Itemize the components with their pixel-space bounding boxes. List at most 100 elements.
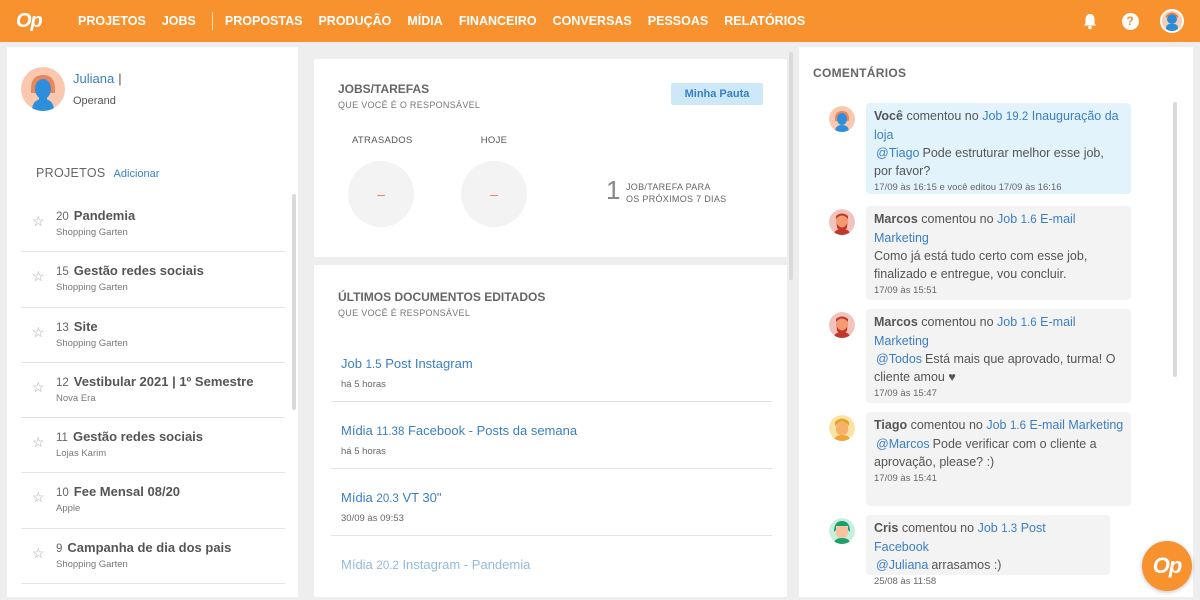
user-avatar[interactable] bbox=[21, 67, 65, 111]
project-client: Apple bbox=[56, 503, 81, 515]
project-item[interactable]: ☆ 15 Gestão redes sociais Shopping Garten bbox=[21, 252, 285, 308]
week-count[interactable]: 1 bbox=[606, 175, 620, 206]
document-type: Mídia bbox=[341, 490, 373, 505]
comment-text: Como já está tudo certo com esse job, fi… bbox=[874, 249, 1088, 281]
middle-scrollbar[interactable] bbox=[789, 52, 793, 280]
nav-relatorios[interactable]: RELATÓRIOS bbox=[724, 14, 805, 28]
document-type: Job bbox=[341, 356, 362, 371]
project-client: Nova Era bbox=[56, 392, 96, 404]
nav-pessoas[interactable]: PESSOAS bbox=[648, 14, 708, 28]
comment-avatar[interactable] bbox=[829, 209, 855, 235]
project-number: 11 bbox=[56, 432, 68, 445]
project-name[interactable]: Pandemia bbox=[74, 208, 135, 223]
nav-financeiro[interactable]: FINANCEIRO bbox=[459, 14, 537, 28]
document-time: há 5 horas bbox=[341, 379, 386, 390]
nav-jobs[interactable]: JOBS bbox=[162, 14, 196, 28]
comment-author[interactable]: Tiago bbox=[874, 418, 907, 432]
bell-icon[interactable] bbox=[1080, 11, 1100, 31]
project-number: 9 bbox=[56, 542, 63, 555]
middle-panel: JOBS/TAREFAS QUE VOCÊ É O RESPONSÁVEL Mi… bbox=[306, 47, 796, 597]
app-logo[interactable]: Op bbox=[16, 10, 60, 33]
comment-job-link[interactable]: Job 1.6 E-mail Marketing bbox=[986, 418, 1123, 432]
document-item[interactable]: Mídia 20.3 VT 30" 30/09 às 09:53 bbox=[331, 469, 772, 536]
user-name-text[interactable]: Juliana bbox=[73, 71, 114, 86]
project-item[interactable]: ☆ 11 Gestão redes sociais Lojas Karim bbox=[21, 418, 285, 474]
late-count[interactable]: – bbox=[348, 161, 414, 227]
project-item[interactable]: ☆ 13 Site Shopping Garten bbox=[21, 308, 285, 363]
comment-author[interactable]: Marcos bbox=[874, 315, 918, 329]
project-name[interactable]: Gestão redes sociais bbox=[74, 263, 204, 278]
project-name[interactable]: Site bbox=[74, 319, 98, 334]
star-icon[interactable]: ☆ bbox=[32, 213, 45, 230]
comment-avatar[interactable] bbox=[829, 415, 855, 441]
comment-verb: comentou no bbox=[921, 315, 994, 329]
comment-mention[interactable]: @Juliana bbox=[876, 558, 928, 572]
comment-avatar[interactable] bbox=[829, 518, 855, 544]
document-name: Instagram - Pandemia bbox=[402, 557, 531, 572]
user-avatar-icon[interactable] bbox=[1160, 9, 1184, 33]
project-name[interactable]: Gestão redes sociais bbox=[73, 429, 203, 444]
document-link[interactable]: Mídia 11.38 Facebook - Posts da semana bbox=[341, 423, 577, 438]
document-number: 20.2 bbox=[376, 560, 399, 572]
projects-scrollbar[interactable] bbox=[292, 194, 296, 410]
comment-author[interactable]: Cris bbox=[874, 521, 898, 535]
document-link[interactable]: Job 1.5 Post Instagram bbox=[341, 356, 473, 371]
comment-bubble: Marcos comentou no Job 1.6 E-mail Market… bbox=[866, 309, 1131, 403]
star-icon[interactable]: ☆ bbox=[32, 489, 45, 506]
project-item[interactable]: ☆ 20 Pandemia Shopping Garten bbox=[21, 197, 285, 253]
comment-verb: comentou no bbox=[910, 418, 983, 432]
documents-subtitle: QUE VOCÊ É RESPONSÁVEL bbox=[338, 308, 471, 318]
star-icon[interactable]: ☆ bbox=[32, 324, 45, 341]
comment-avatar[interactable] bbox=[829, 312, 855, 338]
comment-time: 25/08 às 11:58 bbox=[874, 576, 937, 587]
week-line-1: JOB/TAREFA PARA bbox=[626, 182, 711, 192]
star-icon[interactable]: ☆ bbox=[32, 379, 45, 396]
project-item[interactable]: ☆ 9 Campanha de dia dos pais Shopping Gar… bbox=[21, 529, 285, 585]
nav-propostas[interactable]: PROPOSTAS bbox=[225, 14, 303, 28]
star-icon[interactable]: ☆ bbox=[32, 545, 45, 562]
project-item[interactable]: ☆ 12 Vestibular 2021 | 1º Semestre Nova E… bbox=[21, 363, 285, 419]
left-panel: Juliana | Operand PROJETOS Adicionar ☆ 20… bbox=[7, 47, 298, 597]
job-number: 1.6 bbox=[1010, 420, 1026, 432]
document-item[interactable]: Mídia 20.2 Instagram - Pandemia bbox=[331, 536, 772, 597]
user-organization: Operand bbox=[73, 95, 116, 107]
project-client: Shopping Garten bbox=[56, 282, 128, 294]
star-icon[interactable]: ☆ bbox=[32, 434, 45, 451]
project-name[interactable]: Fee Mensal 08/20 bbox=[74, 484, 180, 499]
comment-author[interactable]: Marcos bbox=[874, 212, 918, 226]
minha-pauta-button[interactable]: Minha Pauta bbox=[671, 83, 763, 105]
star-icon[interactable]: ☆ bbox=[32, 268, 45, 285]
nav-midia[interactable]: MÍDIA bbox=[407, 14, 442, 28]
comment-mention[interactable]: @Todos bbox=[876, 352, 922, 366]
comment-avatar[interactable] bbox=[829, 106, 855, 132]
today-count[interactable]: – bbox=[461, 161, 527, 227]
job-number: 1.6 bbox=[1020, 317, 1037, 329]
user-card: Juliana | Operand bbox=[21, 67, 122, 111]
comment-mention[interactable]: @Tiago bbox=[876, 146, 920, 160]
nav-producao[interactable]: PRODUÇÃO bbox=[318, 14, 391, 28]
add-project-link[interactable]: Adicionar bbox=[114, 168, 160, 180]
help-icon[interactable]: ? bbox=[1120, 11, 1140, 31]
document-item[interactable]: Job 1.5 Post Instagram há 5 horas bbox=[331, 335, 772, 402]
nav-conversas[interactable]: CONVERSAS bbox=[553, 14, 632, 28]
project-name[interactable]: Campanha de dia dos pais bbox=[67, 540, 231, 555]
project-item[interactable]: ☆ 10 Fee Mensal 08/20 Apple bbox=[21, 473, 285, 529]
user-name[interactable]: Juliana | bbox=[73, 71, 122, 86]
comment-author[interactable]: Você bbox=[874, 109, 903, 123]
job-prefix: Job bbox=[997, 212, 1018, 226]
comments-scrollbar[interactable] bbox=[1173, 102, 1177, 377]
nav-divider bbox=[211, 12, 213, 30]
document-link[interactable]: Mídia 20.3 VT 30" bbox=[341, 490, 442, 505]
comment-mention[interactable]: @Marcos bbox=[876, 437, 930, 451]
top-icons: ? bbox=[1080, 0, 1184, 42]
project-number: 10 bbox=[56, 487, 69, 500]
document-name: VT 30" bbox=[402, 490, 442, 505]
project-number: 20 bbox=[56, 211, 69, 223]
comment-text: arrasamos :) bbox=[931, 558, 1002, 572]
document-link[interactable]: Mídia 20.2 Instagram - Pandemia bbox=[341, 557, 530, 572]
nav-projetos[interactable]: PROJETOS bbox=[78, 14, 146, 28]
operand-chat-button[interactable]: Op bbox=[1142, 541, 1192, 591]
document-name: Facebook - Posts da semana bbox=[407, 423, 578, 438]
document-item[interactable]: Mídia 11.38 Facebook - Posts da semana h… bbox=[331, 402, 772, 469]
project-name[interactable]: Vestibular 2021 | 1º Semestre bbox=[74, 374, 254, 389]
